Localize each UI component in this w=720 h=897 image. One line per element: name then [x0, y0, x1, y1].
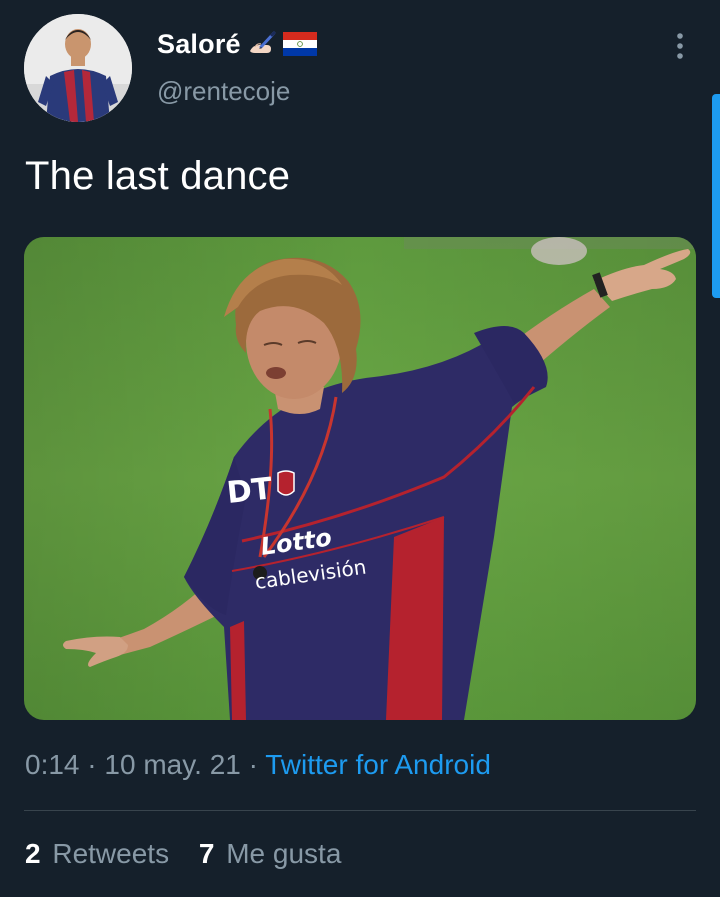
likes-count: 7	[198, 838, 215, 869]
author-handle[interactable]: @rentecoje	[157, 76, 290, 107]
display-name[interactable]: Saloré	[157, 29, 241, 60]
divider	[24, 810, 696, 811]
jersey-initials: DT	[225, 471, 274, 511]
retweets-stat[interactable]: 2 Retweets	[25, 838, 169, 870]
tweet-source-link[interactable]: Twitter for Android	[265, 749, 491, 780]
scrollbar-thumb[interactable]	[712, 94, 720, 298]
meta-separator-2: ·	[248, 749, 258, 780]
photo-coach-pointing: DT Lotto cablevisión	[24, 237, 696, 720]
likes-label: Me gusta	[226, 838, 342, 869]
tweet-photo[interactable]: DT Lotto cablevisión	[24, 237, 696, 720]
tweet-stats: 2 Retweets 7 Me gusta	[25, 838, 363, 870]
avatar[interactable]	[24, 14, 132, 122]
more-options-button[interactable]	[660, 26, 700, 66]
tweet-time: 0:14	[25, 749, 80, 780]
tweet-date: 10 may. 21	[104, 749, 241, 780]
retweets-label: Retweets	[52, 838, 170, 869]
avatar-image	[24, 14, 132, 122]
paraguay-flag-icon	[282, 32, 317, 56]
more-vertical-icon	[677, 33, 683, 59]
likes-stat[interactable]: 7 Me gusta	[199, 838, 342, 870]
retweets-count: 2	[25, 838, 41, 869]
tweet-detail: Saloré @rentecoje The last dance DT Lott…	[0, 0, 720, 897]
author-name-row[interactable]: Saloré	[157, 26, 317, 62]
writing-hand-icon	[249, 31, 276, 53]
meta-separator-1: ·	[87, 749, 97, 780]
tweet-text: The last dance	[25, 154, 291, 198]
tweet-metadata: 0:14 · 10 may. 21 · Twitter for Android	[25, 749, 491, 781]
